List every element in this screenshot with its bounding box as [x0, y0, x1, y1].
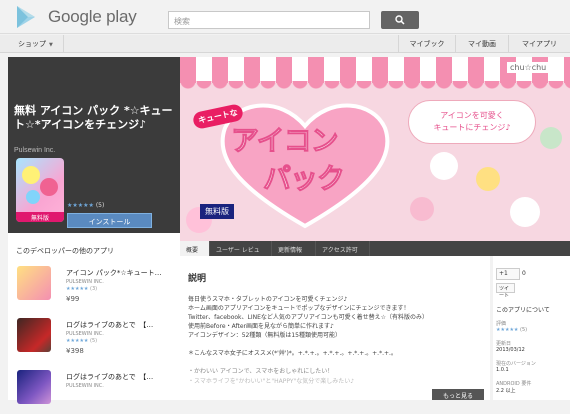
- updated-label: 更新日: [496, 341, 512, 347]
- rating-label: 評価: [496, 321, 507, 327]
- more-button[interactable]: もっと見る: [432, 389, 484, 400]
- description-line: ・スマホライフを"かわいい"と"HAPPY"な気分で楽しみたい♪: [188, 378, 355, 385]
- app-rating: ★★★★★ (5): [67, 202, 104, 209]
- search-input[interactable]: 検索: [168, 11, 370, 29]
- app-thumbnail: [17, 318, 51, 352]
- app-price: ¥99: [66, 295, 80, 303]
- nav-my-apps[interactable]: マイアプリ: [508, 35, 570, 52]
- description-line: 毎日使うスマホ・タブレットのアイコンを可愛くチェンジ♪: [188, 296, 348, 303]
- tweet-button[interactable]: ツイート: [496, 283, 515, 299]
- app-developer[interactable]: Pulsewin Inc.: [14, 147, 55, 154]
- app-name[interactable]: アイコン パック*☆キュート…: [66, 268, 174, 278]
- app-developer: PULSEWIN INC.: [66, 383, 104, 389]
- android-value: 2.2 以上: [496, 388, 516, 394]
- description-line: ホーム画面のアプリアイコンをキュートでポップなデザインにチェンジできます！: [188, 305, 410, 312]
- nav-my-books[interactable]: マイブック: [398, 35, 455, 52]
- app-icon: 無料版: [16, 158, 64, 222]
- bubble-line-1: アイコンを可愛く: [440, 111, 504, 120]
- app-price: ¥398: [66, 347, 84, 355]
- brand-name[interactable]: Google play: [48, 7, 137, 27]
- banner-badge: 無料版: [200, 204, 234, 219]
- star-icons: ★★★★★: [67, 202, 94, 209]
- shop-label: ショップ: [18, 40, 46, 48]
- app-developer: PULSEWIN INC.: [66, 331, 104, 337]
- brand-mark: chu☆chu: [507, 62, 550, 73]
- description-line: 使用前Before・After画面を見ながら簡単に作れます♪: [188, 323, 334, 330]
- list-item[interactable]: ログはライブのあとで 【… PULSEWIN INC.: [14, 370, 174, 414]
- app-name[interactable]: ログはライブのあとで 【…: [66, 372, 174, 382]
- version-label: 現在のバージョン: [496, 361, 536, 367]
- banner-title-1: アイコン: [231, 124, 340, 158]
- search-button[interactable]: [381, 11, 419, 29]
- tab-reviews[interactable]: ユーザー レビュー: [210, 241, 272, 263]
- description-line: ＊こんなスマホ女子にオススメ(*'艸')*。+.*.+.。+.*.+.。+.*.…: [188, 350, 397, 357]
- nav-my-videos[interactable]: マイ動画: [455, 35, 508, 52]
- app-title: 無料 アイコン パック *☆キュート☆*アイコンをチェンジ♪: [14, 104, 173, 131]
- search-icon: [395, 15, 405, 25]
- list-item[interactable]: ログはライブのあとで 【… PULSEWIN INC. ★★★★★ (5) ¥3…: [14, 318, 174, 362]
- tab-permissions[interactable]: アクセス許可: [316, 241, 370, 256]
- awning-scallop: [180, 81, 570, 91]
- banner-title-2: パック: [262, 162, 345, 196]
- developer-apps-heading: このデベロッパーの他のアプリ: [16, 247, 114, 255]
- version-value: 1.0.1: [496, 367, 509, 373]
- main-nav: ショップ ▼ マイブック マイ動画 マイアプリ: [0, 35, 570, 53]
- app-thumbnail: [17, 266, 51, 300]
- shop-menu[interactable]: ショップ ▼: [0, 35, 64, 52]
- description-line: ・かわいい アイコンで、スマホをおしゃれにしたい！: [188, 368, 334, 375]
- gplus-button[interactable]: +1: [496, 268, 520, 280]
- app-rating: ★★★★★ (3): [66, 286, 98, 292]
- bubble-line-2: キュートにチェンジ♪: [433, 123, 511, 132]
- google-play-logo-icon[interactable]: [14, 5, 38, 29]
- rating-stars: ★★★★★ (5): [496, 327, 528, 333]
- description-line: Twitter、facebook、LINEなど人気のアプリアイコンも可愛く着せ替…: [188, 314, 428, 321]
- app-thumbnail: [17, 370, 51, 404]
- description-heading: 説明: [188, 274, 207, 284]
- app-name[interactable]: ログはライブのあとで 【…: [66, 320, 174, 330]
- top-bar: Google play 検索: [0, 0, 570, 34]
- install-button[interactable]: インストール: [67, 213, 152, 228]
- detail-tabs: 概要 ユーザー レビュー 更新情報 アクセス許可: [180, 241, 570, 263]
- icon-badge: 無料版: [16, 212, 64, 222]
- android-label: ANDROID 要件: [496, 381, 532, 387]
- chevron-down-icon: ▼: [49, 42, 53, 48]
- speech-bubble: アイコンを可愛く キュートにチェンジ♪: [408, 100, 536, 144]
- about-heading: このアプリについて: [496, 307, 550, 314]
- list-item[interactable]: アイコン パック*☆キュート… PULSEWIN INC. ★★★★★ (3) …: [14, 266, 174, 310]
- app-rating: ★★★★★ (5): [66, 338, 98, 344]
- tab-whats-new[interactable]: 更新情報: [272, 241, 316, 256]
- rating-count: (5): [95, 202, 105, 209]
- tab-overview[interactable]: 概要: [180, 241, 210, 256]
- app-developer: PULSEWIN INC.: [66, 279, 104, 285]
- gplus-count: 0: [522, 270, 526, 277]
- updated-value: 2013/03/12: [496, 347, 525, 353]
- description-line: アイコンデザイン：52種類（無料版は15種類使用可能）: [188, 332, 341, 339]
